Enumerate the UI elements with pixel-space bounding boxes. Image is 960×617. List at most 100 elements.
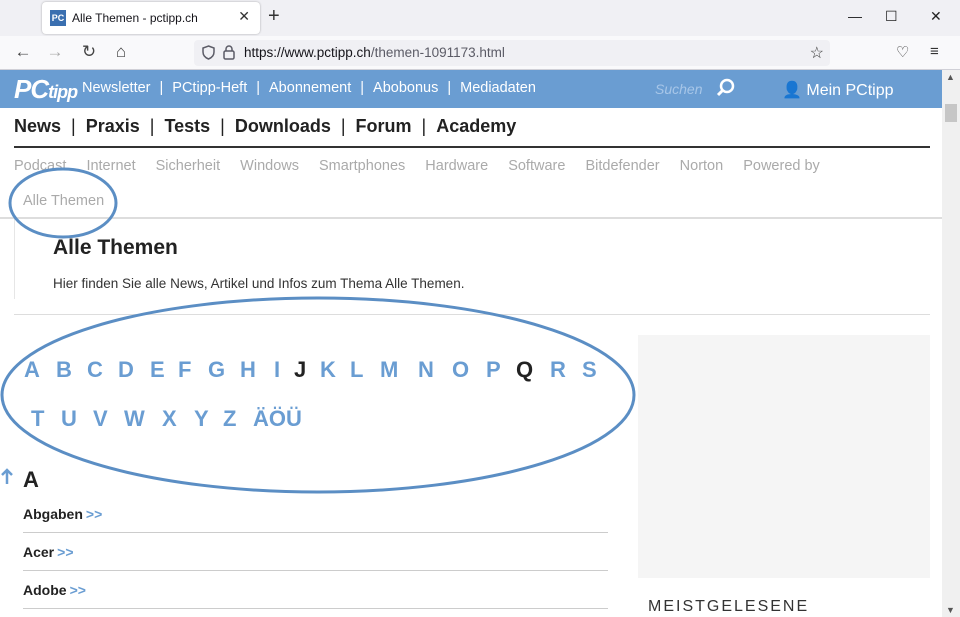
page-scrollbar[interactable]: ▲ ▼	[942, 70, 960, 617]
favicon-icon: PC	[50, 10, 66, 26]
alphabet-letter-i[interactable]: I	[274, 357, 280, 383]
topic-link-abgaben[interactable]: Abgaben >>	[23, 506, 102, 522]
main-nav-divider	[14, 146, 930, 148]
alphabet-letter-s[interactable]: S	[582, 357, 597, 383]
alphabet-letter-u[interactable]: U	[61, 406, 77, 432]
sidebar-title: MEISTGELESENE	[648, 598, 810, 615]
alphabet-letter-r[interactable]: R	[550, 357, 566, 383]
url-bar[interactable]: https://www.pctipp.ch/themen-1091173.htm…	[194, 40, 830, 66]
alphabet-letter-t[interactable]: T	[31, 406, 44, 432]
tab-active[interactable]: PC Alle Themen - pctipp.ch ✕	[42, 2, 260, 34]
alphabet-letter-q: Q	[516, 357, 534, 382]
web-page: PCtipp Newsletter | PCtipp-Heft | Abonnement…	[0, 70, 942, 617]
alphabet-letter-o[interactable]: O	[452, 357, 469, 383]
browser-window: PC Alle Themen - pctipp.ch ✕ + — ☐ ✕ ← →…	[0, 0, 960, 617]
alphabet-letter-k[interactable]: K	[320, 357, 336, 383]
close-tab-icon[interactable]: ✕	[238, 8, 250, 25]
alphabet-letter-z[interactable]: Z	[223, 406, 236, 432]
subnav-bitdefender[interactable]: Bitdefender	[585, 158, 659, 174]
subnav-alle-themen[interactable]: Alle Themen	[23, 193, 104, 209]
subnav-norton[interactable]: Norton	[680, 158, 724, 174]
nav-forum[interactable]: Forum	[356, 116, 412, 136]
subnav-powered-by[interactable]: Powered by	[743, 158, 820, 174]
content-left-border	[14, 219, 15, 299]
alphabet-letter-v[interactable]: V	[93, 406, 108, 432]
bookmark-star-icon[interactable]: ☆	[810, 43, 824, 63]
alphabet-letter-g[interactable]: G	[208, 357, 225, 383]
topic-divider	[23, 570, 608, 571]
site-logo[interactable]: PCtipp	[14, 74, 78, 105]
tab-strip: PC Alle Themen - pctipp.ch ✕ + — ☐ ✕	[0, 0, 960, 36]
alphabet-letter-a[interactable]: A	[24, 357, 40, 383]
top-link-mediadaten[interactable]: Mediadaten	[460, 80, 536, 96]
annotation-ellipse-alphabet	[0, 296, 636, 494]
subnav-smartphones[interactable]: Smartphones	[319, 158, 405, 174]
subnav-internet[interactable]: Internet	[86, 158, 135, 174]
alphabet-letter-y[interactable]: Y	[194, 406, 209, 432]
menu-icon[interactable]: ≡	[930, 43, 939, 60]
alphabet-letter-j: J	[294, 357, 307, 382]
alphabet-letter-x[interactable]: X	[162, 406, 177, 432]
description-divider	[14, 314, 930, 315]
nav-tests[interactable]: Tests	[164, 116, 210, 136]
alphabet-letter-n[interactable]: N	[418, 357, 434, 383]
site-top-nav: PCtipp Newsletter | PCtipp-Heft | Abonnement…	[0, 70, 942, 108]
top-links: Newsletter | PCtipp-Heft | Abonnement | Abobon…	[82, 80, 536, 96]
scroll-down-icon[interactable]: ▼	[946, 605, 955, 615]
search-input[interactable]: Suchen	[655, 81, 702, 97]
url-text[interactable]: https://www.pctipp.ch/themen-1091173.htm…	[244, 45, 505, 60]
subnav-software[interactable]: Software	[508, 158, 565, 174]
sub-nav-divider	[0, 217, 942, 219]
alphabet-letter-b[interactable]: B	[56, 357, 72, 383]
alphabet-letter-l[interactable]: L	[350, 357, 363, 383]
subnav-windows[interactable]: Windows	[240, 158, 299, 174]
nav-praxis[interactable]: Praxis	[86, 116, 140, 136]
subnav-sicherheit[interactable]: Sicherheit	[156, 158, 220, 174]
alphabet-letter-p[interactable]: P	[486, 357, 501, 383]
alphabet-letter-c[interactable]: C	[87, 357, 103, 383]
scroll-thumb[interactable]	[945, 104, 957, 122]
alphabet-letter-e[interactable]: E	[150, 357, 165, 383]
alphabet-letter-äöü[interactable]: ÄÖÜ	[253, 406, 302, 432]
search-icon[interactable]	[716, 78, 736, 98]
sidebar-ad-box	[638, 335, 930, 578]
top-link-newsletter[interactable]: Newsletter	[82, 80, 151, 96]
account-link[interactable]: 👤 Mein PCtipp	[782, 80, 894, 100]
alphabet-letter-f[interactable]: F	[178, 357, 191, 383]
reload-icon[interactable]: ↻	[78, 42, 100, 62]
lock-icon[interactable]	[222, 45, 236, 60]
topic-link-adobe[interactable]: Adobe >>	[23, 582, 86, 598]
shield-icon[interactable]	[202, 45, 215, 60]
section-heading-a: A	[23, 467, 39, 492]
back-to-top-icon[interactable]	[0, 468, 14, 486]
nav-academy[interactable]: Academy	[436, 116, 516, 136]
maximize-icon[interactable]: ☐	[885, 8, 898, 25]
nav-news[interactable]: News	[14, 116, 61, 136]
alphabet-letter-h[interactable]: H	[240, 357, 256, 383]
nav-toolbar: ← → ↻ ⌂ https://www.pctipp.ch/themen-109…	[0, 36, 960, 70]
top-link-abobonus[interactable]: Abobonus	[373, 80, 438, 96]
top-link-abonnement[interactable]: Abonnement	[269, 80, 351, 96]
main-nav: News | Praxis | Tests | Downloads | Forum | Academ…	[14, 116, 517, 136]
pocket-icon[interactable]: ♡	[896, 43, 909, 61]
page-title: Alle Themen	[53, 236, 178, 259]
window-close-icon[interactable]: ✕	[930, 8, 942, 25]
home-icon[interactable]: ⌂	[110, 42, 132, 62]
subnav-podcast[interactable]: Podcast	[14, 158, 66, 174]
new-tab-icon[interactable]: +	[268, 6, 280, 26]
topic-link-acer[interactable]: Acer >>	[23, 544, 74, 560]
nav-downloads[interactable]: Downloads	[235, 116, 331, 136]
scroll-up-icon[interactable]: ▲	[946, 72, 955, 82]
page-description: Hier finden Sie alle News, Artikel und I…	[53, 276, 465, 291]
topic-divider	[23, 532, 608, 533]
topic-divider	[23, 608, 608, 609]
subnav-hardware[interactable]: Hardware	[425, 158, 488, 174]
alphabet-letter-w[interactable]: W	[124, 406, 145, 432]
alphabet-letter-m[interactable]: M	[380, 357, 398, 383]
minimize-icon[interactable]: —	[848, 8, 862, 24]
top-link-heft[interactable]: PCtipp-Heft	[172, 80, 247, 96]
alphabet-letter-d[interactable]: D	[118, 357, 134, 383]
forward-icon[interactable]: →	[44, 42, 66, 62]
back-icon[interactable]: ←	[12, 42, 34, 62]
tab-title: Alle Themen - pctipp.ch	[72, 11, 198, 25]
